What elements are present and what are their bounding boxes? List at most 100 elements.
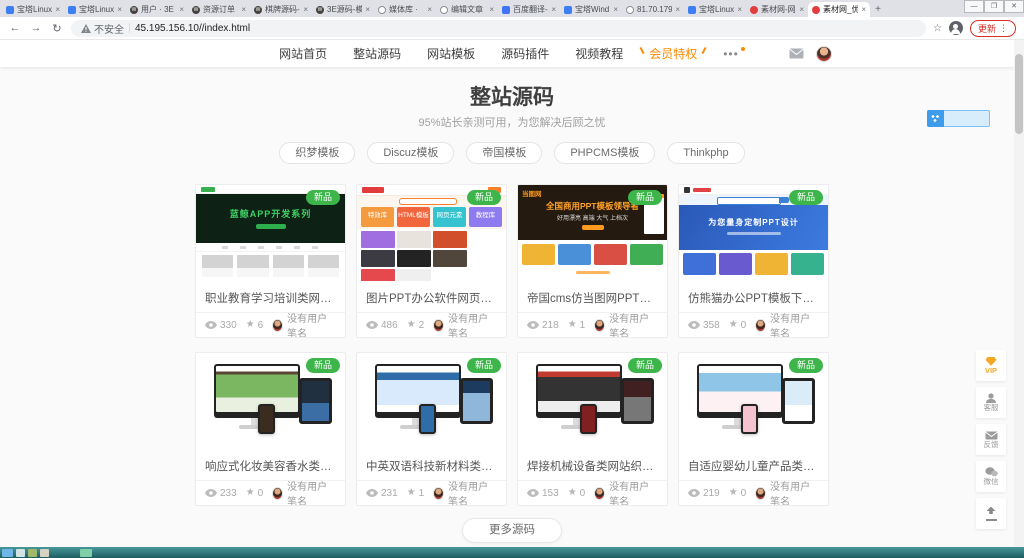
card-thumbnail[interactable]: 蓝鲸APP开发系列 新品 [196,185,345,281]
taskbar-item[interactable] [40,549,49,557]
address-bar[interactable]: 不安全 45.195.156.10//index.html [71,20,926,37]
author-avatar [433,487,444,500]
maximize-button[interactable]: ❐ [984,0,1004,13]
filter-discuz[interactable]: Discuz模板 [367,142,454,164]
tab-close-icon[interactable]: × [55,5,60,14]
tab-close-icon[interactable]: × [675,5,680,14]
close-button[interactable]: ✕ [1004,0,1024,13]
bt-icon [564,6,572,14]
sidebar-item-service[interactable]: 客服 [976,387,1006,418]
browser-tab[interactable]: 百度翻译-× [498,2,560,17]
filter-phpcms[interactable]: PHPCMS模板 [554,142,655,164]
browser-tab[interactable]: 宝塔Linux× [684,2,746,17]
wordpress-icon [254,6,262,14]
more-source-button[interactable]: 更多源码 [462,518,562,543]
taskbar-item[interactable] [80,549,92,557]
card-thumbnail[interactable]: 新品 [357,353,506,449]
filter-thinkphp[interactable]: Thinkphp [667,142,744,164]
new-badge: 新品 [789,358,823,373]
card-title[interactable]: 自适应婴幼儿童产品类网站织梦模板 [679,449,828,480]
views-stat: 219 [688,488,720,499]
user-avatar[interactable] [816,46,832,62]
author-avatar [594,487,605,500]
card-thumbnail[interactable]: 新品 [679,353,828,449]
tab-close-icon[interactable]: × [489,5,494,14]
card-thumbnail[interactable]: 当图网 全国商用PPT模板领导者 好用漂亮 高端 大气 上档次 新品 [518,185,667,281]
update-button[interactable]: 更新 ⋮ [970,20,1016,37]
star-icon [729,320,738,330]
profile-icon[interactable] [949,21,963,35]
tab-close-icon[interactable]: × [737,5,742,14]
taskbar-item[interactable] [16,549,25,557]
browser-tab[interactable]: 81.70.179× [622,2,684,17]
scrollbar-thumb[interactable] [1015,54,1023,134]
bookmark-star-icon[interactable]: ☆ [933,23,942,34]
card-title[interactable]: 仿熊猫办公PPT模板下载站（带会员、 [679,281,828,312]
browser-tab[interactable]: 媒体库 ·× [374,2,436,17]
card-thumbnail[interactable]: 新品 [518,353,667,449]
card-thumbnail[interactable]: 为您量身定制PPT设计 新品 [679,185,828,281]
monitor-mockup [697,364,783,418]
menu-dots-icon[interactable]: ⋮ [999,23,1008,34]
card-title[interactable]: 响应式化妆美容香水类网站织梦模板 [196,449,345,480]
tab-close-icon[interactable]: × [179,5,184,14]
browser-tab[interactable]: 宝塔Linux× [64,2,126,17]
nav-item-home[interactable]: 网站首页 [279,45,327,62]
extension-field[interactable] [944,110,990,127]
globe-icon [440,6,448,14]
card-author: 没有用户笔名 [755,310,819,338]
browser-tab[interactable]: 素材网-网× [746,2,808,17]
browser-tab[interactable]: 宝塔Linux× [2,2,64,17]
card-title[interactable]: 职业教育学习培训类网站模板（带手 [196,281,345,312]
new-tab-button[interactable]: + [870,3,886,17]
back-button[interactable]: ← [8,22,22,34]
tab-close-icon[interactable]: × [427,5,432,14]
reload-button[interactable]: ↻ [50,22,64,35]
card-title[interactable]: 焊接机械设备类网站织梦模板(带手机 [518,449,667,480]
card-thumbnail[interactable]: 特效库 HTML模板 网页元素 教程库 新品 [357,185,506,281]
card-title[interactable]: 帝国cms仿当图网PPT模板下载网站源码 [518,281,667,312]
nav-item-video[interactable]: 视频教程 [575,45,623,62]
browser-tab-active[interactable]: 素材网_优× [808,2,870,17]
browser-tab[interactable]: 用户 · 3E× [126,2,188,17]
sidebar-item-wechat[interactable]: 微信 [976,461,1006,492]
extension-widget[interactable] [927,110,990,127]
sidebar-item-back-to-top[interactable] [976,498,1006,529]
security-status[interactable]: 不安全 [81,21,124,36]
tab-close-icon[interactable]: × [303,5,308,14]
card-title[interactable]: 中英双语科技新材料类网站织梦模板 [357,449,506,480]
nav-item-source[interactable]: 整站源码 [353,45,401,62]
taskbar-item[interactable] [28,549,37,557]
browser-tab[interactable]: 资源订单 ·× [188,2,250,17]
tab-close-icon[interactable]: × [241,5,246,14]
filter-diguo[interactable]: 帝国模板 [466,142,542,164]
os-taskbar[interactable] [0,547,1024,558]
template-card: 新品 焊接机械设备类网站织梦模板(带手机 153 0 没有用户笔名 [517,352,668,506]
browser-tab[interactable]: 3E源码-模× [312,2,374,17]
nav-item-plugins[interactable]: 源码插件 [501,45,549,62]
tab-close-icon[interactable]: × [613,5,618,14]
filter-zhimeng[interactable]: 织梦模板 [279,142,355,164]
tab-close-icon[interactable]: × [365,5,370,14]
browser-tab[interactable]: 编辑文章× [436,2,498,17]
forward-button[interactable]: → [29,22,43,34]
mail-icon[interactable] [789,48,804,59]
card-thumbnail[interactable]: 新品 [196,353,345,449]
sidebar-item-feedback[interactable]: 反馈 [976,424,1006,455]
browser-tab[interactable]: 棋牌源码-× [250,2,312,17]
nav-item-more[interactable]: ••• [723,47,745,61]
sidebar-item-vip[interactable]: VIP [976,350,1006,381]
nav-item-templates[interactable]: 网站模板 [427,45,475,62]
taskbar-item[interactable] [2,549,13,557]
nav-item-vip[interactable]: 会员特权 [649,45,697,62]
browser-tab[interactable]: 宝塔Wind× [560,2,622,17]
card-title[interactable]: 图片PPT办公软件网页素材下载站平台 [357,281,506,312]
minimize-button[interactable]: — [964,0,984,13]
author-avatar [433,319,444,332]
eye-icon [205,489,217,497]
author-avatar [755,487,766,500]
tab-close-icon[interactable]: × [799,5,804,14]
tab-close-icon[interactable]: × [861,5,866,14]
tab-close-icon[interactable]: × [117,5,122,14]
tab-close-icon[interactable]: × [551,5,556,14]
